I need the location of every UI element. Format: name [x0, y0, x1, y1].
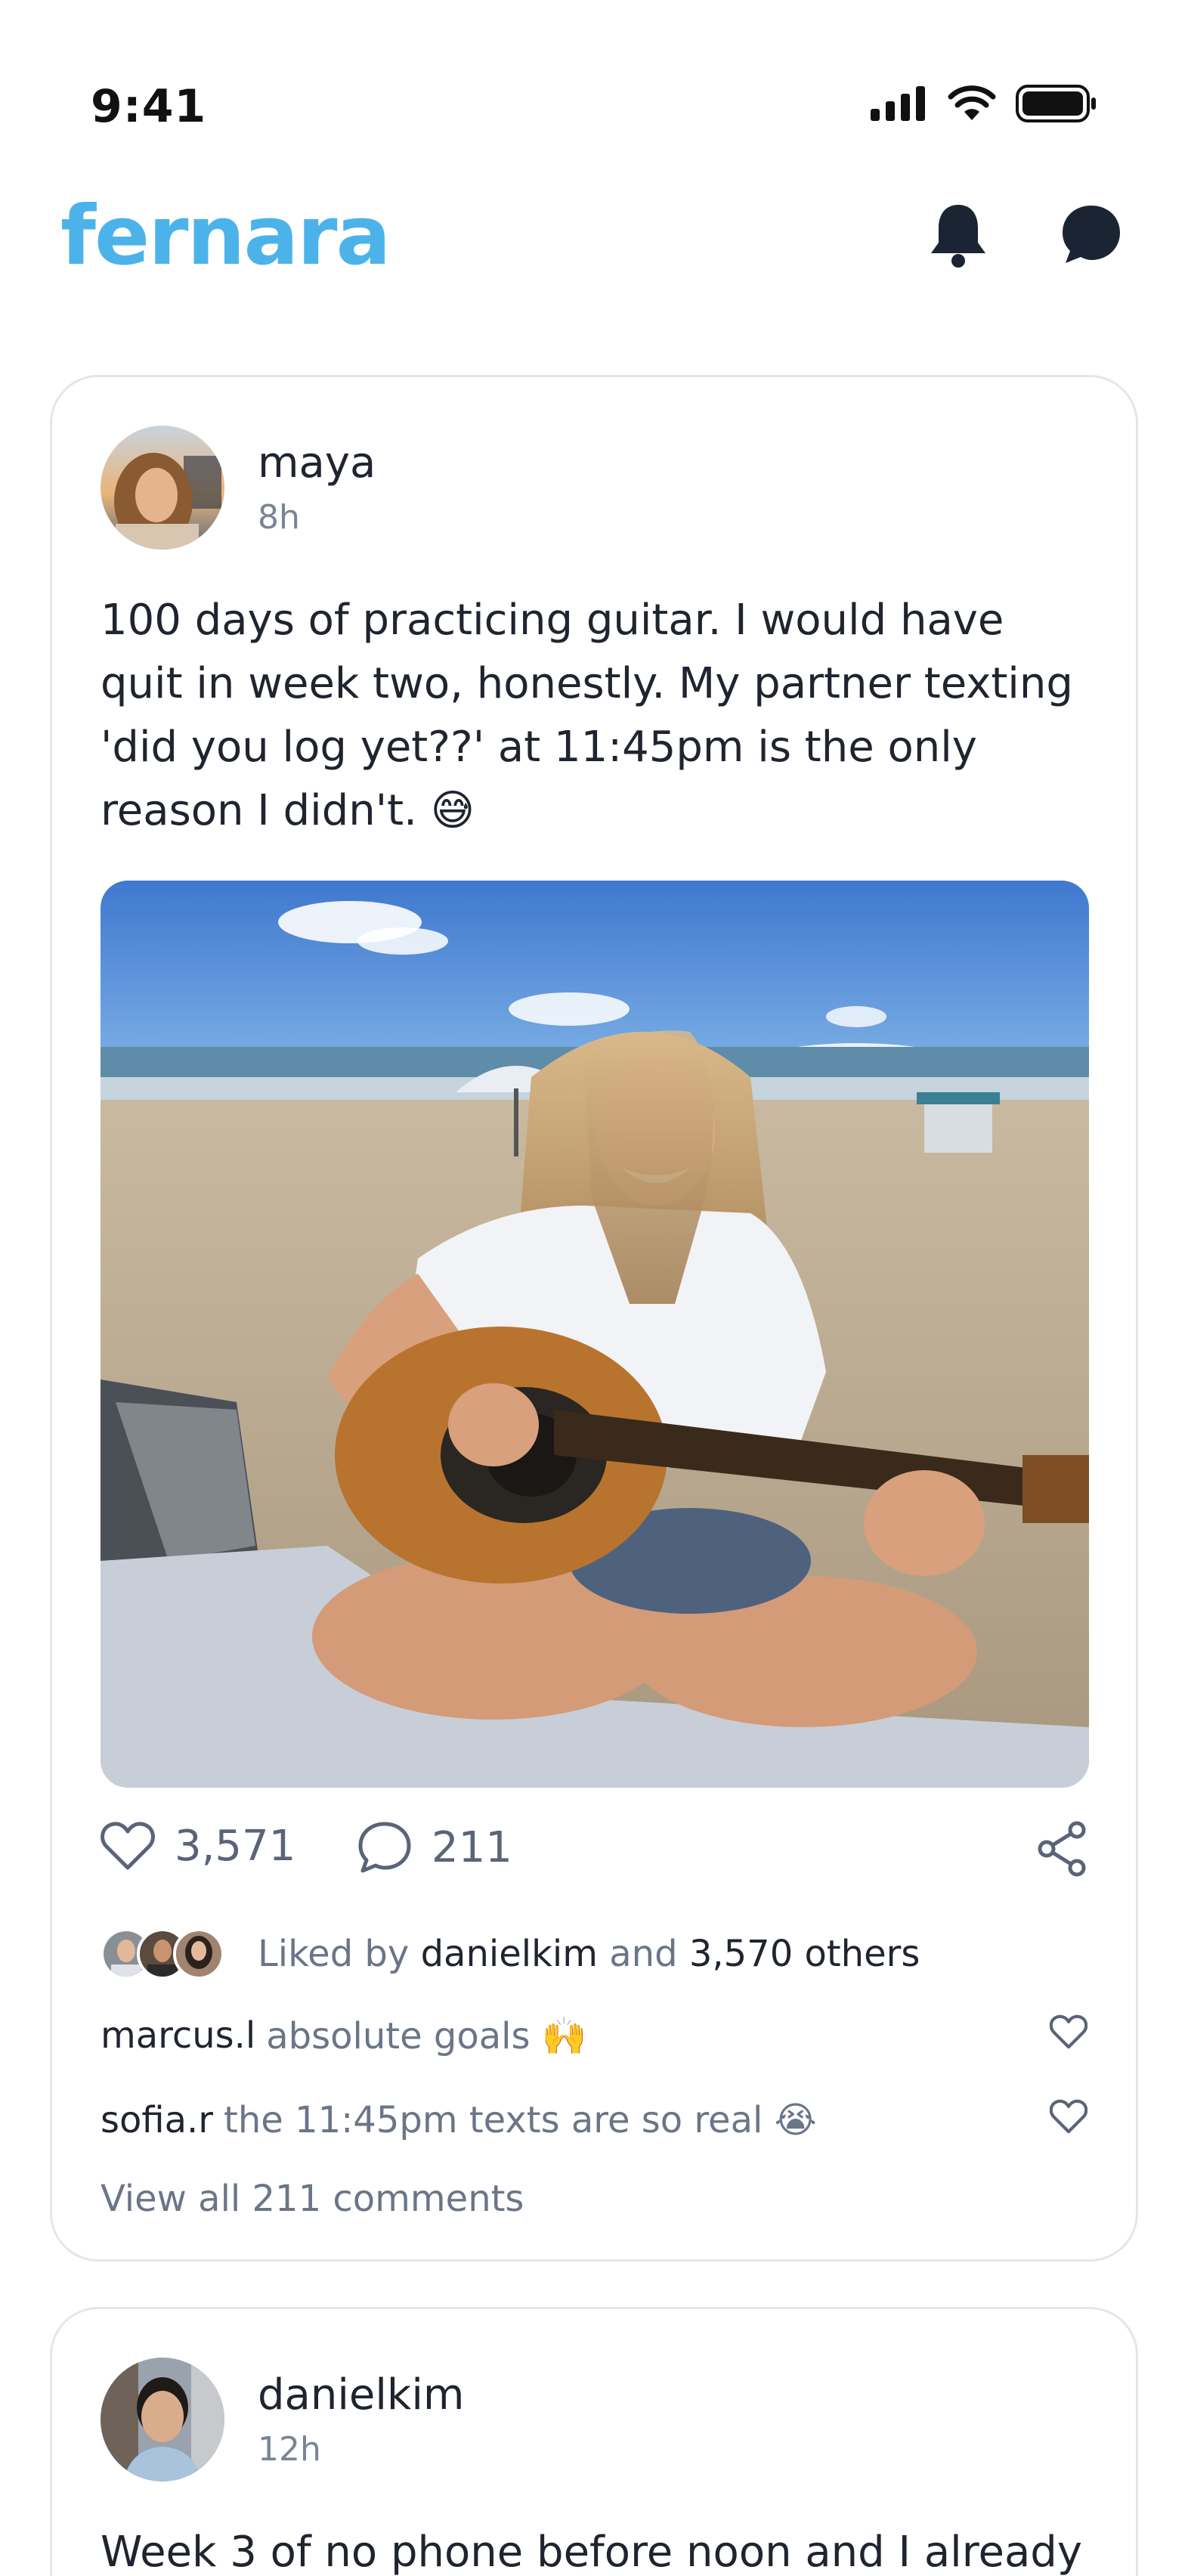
- comment-user[interactable]: sofia.r: [101, 2099, 213, 2141]
- post-photo[interactable]: [101, 881, 1089, 1788]
- post-time: 8h: [258, 498, 300, 537]
- post-text: Week 3 of no phone before noon and I alr…: [101, 2528, 1082, 2576]
- notifications-button[interactable]: [922, 198, 995, 271]
- comment-text: the 11:45pm texts are so real 😭: [224, 2099, 817, 2141]
- comment-like-button[interactable]: [1049, 2014, 1088, 2058]
- header-actions: [922, 198, 1128, 271]
- liked-by-user[interactable]: danielkim: [421, 1933, 598, 1975]
- app-logo: fernara: [60, 189, 391, 283]
- post-time: 12h: [258, 2430, 321, 2469]
- post-text: 100 days of practicing guitar. I would h…: [101, 596, 1073, 835]
- comment-item: sofia.r the 11:45pm texts are so real 😭: [101, 2078, 1088, 2163]
- comment-count: 211: [432, 1822, 512, 1872]
- post-actions: 3,571 211: [101, 1788, 1087, 1924]
- chat-bubble-icon: [1063, 206, 1120, 263]
- bell-icon: [931, 205, 985, 268]
- share-button[interactable]: [1036, 1821, 1087, 1877]
- messages-button[interactable]: [1055, 198, 1128, 271]
- heart-icon: [101, 1822, 155, 1870]
- comment-button[interactable]: 211: [357, 1821, 512, 1874]
- author-name[interactable]: maya: [258, 438, 376, 488]
- author-name[interactable]: danielkim: [258, 2370, 464, 2420]
- post-card: danielkim 12h Week 3 of no phone before …: [50, 2307, 1138, 2576]
- heart-icon: [1049, 2014, 1088, 2049]
- battery-icon: [1016, 85, 1096, 122]
- comment-user[interactable]: marcus.l: [101, 2014, 255, 2057]
- app-header: fernara: [0, 151, 1188, 317]
- liked-by-row[interactable]: Liked by danielkim and 3,570 others: [101, 1924, 1087, 1984]
- heart-icon: [1049, 2099, 1088, 2134]
- comment-like-button[interactable]: [1049, 2099, 1088, 2143]
- comment-item: marcus.l absolute goals 🙌: [101, 1993, 1088, 2078]
- liked-by-text: Liked by danielkim and 3,570 others: [258, 1933, 920, 1975]
- avatar[interactable]: [101, 2358, 224, 2482]
- liker-avatar: [173, 1928, 224, 1980]
- like-button[interactable]: 3,571: [101, 1821, 295, 1871]
- liker-avatars: [101, 1928, 224, 1980]
- comment-bubble-icon: [358, 1822, 411, 1873]
- like-count: 3,571: [175, 1821, 296, 1871]
- status-time: 9:41: [91, 80, 207, 133]
- wifi-icon: [948, 85, 996, 120]
- status-bar: 9:41: [0, 0, 1188, 151]
- avatar[interactable]: [101, 426, 224, 550]
- post-card: maya 8h 100 days of practicing guitar. I…: [50, 375, 1138, 2262]
- liked-by-others[interactable]: 3,570 others: [689, 1933, 920, 1975]
- cellular-signal-icon: [871, 86, 925, 121]
- status-icons: [871, 85, 1097, 122]
- post-header: maya 8h: [101, 426, 1087, 550]
- comment-text: absolute goals 🙌: [266, 2014, 587, 2057]
- share-icon: [1038, 1821, 1086, 1877]
- post-header: danielkim 12h: [101, 2358, 1087, 2482]
- view-all-comments-link[interactable]: View all 211 comments: [101, 2178, 1087, 2220]
